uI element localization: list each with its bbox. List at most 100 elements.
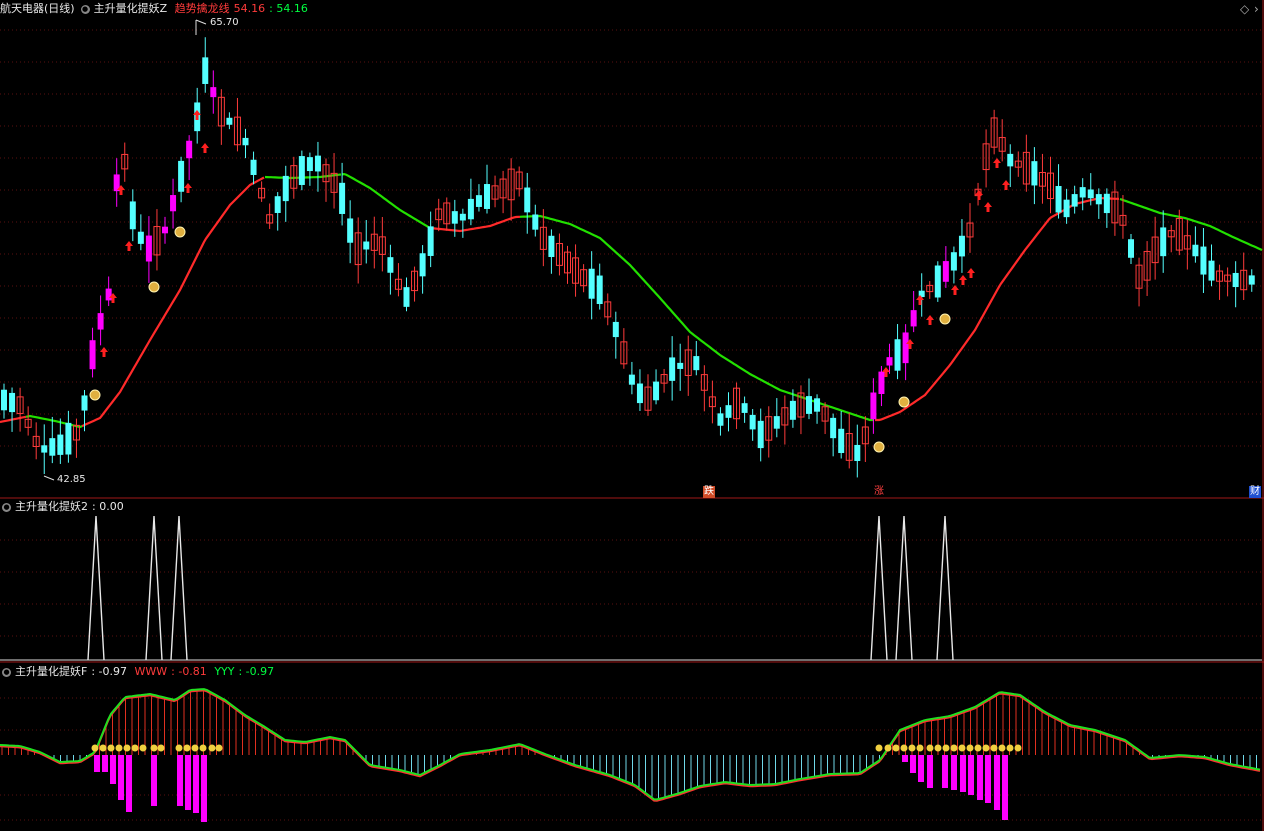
osc-marker-icon xyxy=(208,744,216,752)
osc-signal-bar xyxy=(902,755,908,762)
money-bag-icon xyxy=(939,313,951,325)
candle-body xyxy=(178,160,185,192)
sub1-spike xyxy=(895,515,913,661)
sub2-value: : -0.97 xyxy=(91,665,127,678)
sub2-www-label: WWW xyxy=(134,665,168,678)
osc-marker-icon xyxy=(191,744,199,752)
candle-body xyxy=(749,414,756,430)
sub2-www-value: : -0.81 xyxy=(171,665,207,678)
chart-canvas[interactable] xyxy=(0,0,1264,831)
osc-marker-icon xyxy=(123,744,131,752)
candle-body xyxy=(1071,194,1078,207)
osc-signal-bar xyxy=(977,755,983,800)
osc-marker-icon xyxy=(107,744,115,752)
sub1-spike xyxy=(145,515,163,661)
candle-body xyxy=(459,213,466,221)
money-bag-icon xyxy=(873,441,885,453)
candle-body xyxy=(773,416,780,429)
osc-signal-bar xyxy=(193,755,199,813)
candle-body xyxy=(1232,272,1239,288)
settings-icon[interactable]: ● xyxy=(2,502,11,512)
candle-body xyxy=(210,87,217,98)
sub1-spike xyxy=(870,515,888,661)
settings-icon[interactable]: ● xyxy=(2,667,11,677)
osc-marker-icon xyxy=(974,744,982,752)
candle-body xyxy=(403,287,410,307)
low-pointer xyxy=(43,475,55,481)
up-arrow-icon xyxy=(959,275,967,285)
candle-body xyxy=(878,371,885,394)
osc-signal-bar xyxy=(927,755,933,788)
candle-body xyxy=(741,403,748,413)
tag-rise[interactable]: 涨 xyxy=(873,486,885,498)
candle-body xyxy=(250,159,257,175)
candle-body xyxy=(669,357,676,381)
up-arrow-icon xyxy=(125,241,133,251)
candle-body xyxy=(902,332,909,364)
osc-signal-bar xyxy=(151,755,157,806)
candle-body xyxy=(1160,227,1167,257)
up-arrow-icon xyxy=(1002,180,1010,190)
candle-body xyxy=(81,395,88,411)
candle-body xyxy=(612,321,619,338)
candle-body xyxy=(636,383,643,404)
settings-icon[interactable]: ● xyxy=(80,4,90,14)
osc-signal-bar xyxy=(94,755,100,772)
osc-marker-icon xyxy=(150,744,158,752)
candle-body xyxy=(57,434,64,455)
indicator-title: 主升量化提妖Z xyxy=(93,2,168,15)
candle-body xyxy=(548,235,555,258)
candle-body xyxy=(242,137,249,146)
sub1-spike xyxy=(87,515,105,661)
tag-fall[interactable]: 跌 xyxy=(703,486,715,498)
candle-body xyxy=(363,241,370,250)
candle-body xyxy=(339,182,346,214)
chevron-right-icon[interactable]: › xyxy=(1254,2,1259,16)
osc-marker-icon xyxy=(966,744,974,752)
osc-marker-icon xyxy=(215,744,223,752)
stock-title: 航天电器(日线) xyxy=(0,2,75,15)
candle-body xyxy=(467,198,474,220)
trend-line-segment xyxy=(341,172,431,229)
up-arrow-icon xyxy=(967,268,975,278)
candle-body xyxy=(1087,189,1094,199)
money-bag-icon xyxy=(174,226,186,238)
money-bag-icon xyxy=(148,281,160,293)
tag-finance[interactable]: 财 xyxy=(1249,486,1261,498)
candle-body xyxy=(202,57,209,84)
osc-marker-icon xyxy=(934,744,942,752)
osc-marker-icon xyxy=(175,744,183,752)
diamond-icon[interactable]: ◇ xyxy=(1240,2,1249,16)
osc-marker-icon xyxy=(139,744,147,752)
candle-body xyxy=(387,257,394,273)
candle-body xyxy=(717,413,724,426)
osc-signal-bar xyxy=(126,755,132,812)
up-arrow-icon xyxy=(926,315,934,325)
candle-body xyxy=(854,444,861,461)
osc-signal-bar xyxy=(985,755,991,803)
candle-body xyxy=(170,195,177,212)
osc-marker-icon xyxy=(926,744,934,752)
osc-marker-icon xyxy=(875,744,883,752)
high-pointer xyxy=(195,19,207,35)
osc-marker-icon xyxy=(950,744,958,752)
candle-body xyxy=(757,420,764,449)
candle-body xyxy=(830,417,837,439)
osc-marker-icon xyxy=(91,744,99,752)
sub2-yyy-label: YYY xyxy=(214,665,235,678)
candle-body xyxy=(186,140,193,159)
osc-signal-bar xyxy=(951,755,957,790)
candle-body xyxy=(41,445,48,453)
candle-body xyxy=(65,422,72,455)
low-price-label: 42.85 xyxy=(57,474,86,485)
osc-marker-icon xyxy=(1006,744,1014,752)
up-arrow-icon xyxy=(993,158,1001,168)
osc-signal-bar xyxy=(960,755,966,792)
candle-body xyxy=(725,405,732,418)
osc-marker-icon xyxy=(115,744,123,752)
candle-body xyxy=(789,400,796,420)
candle-body xyxy=(89,340,96,370)
candle-body xyxy=(1063,199,1070,218)
osc-signal-bar xyxy=(910,755,916,773)
candle-body xyxy=(226,117,233,125)
